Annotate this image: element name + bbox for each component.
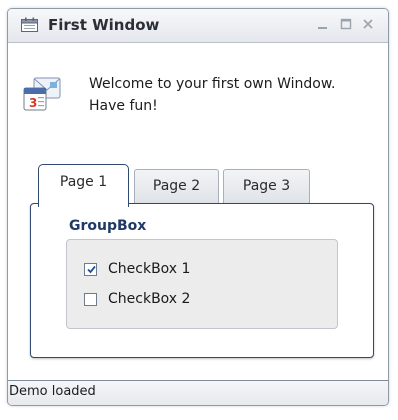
- close-icon[interactable]: [360, 16, 376, 32]
- status-bar: Demo loaded: [8, 380, 388, 405]
- status-text: Demo loaded: [9, 384, 96, 399]
- welcome-line-2: Have fun!: [89, 98, 158, 114]
- welcome-line-1: Welcome to your first own Window.: [89, 76, 336, 92]
- checkbox-2-label: CheckBox 2: [108, 291, 191, 307]
- maximize-icon[interactable]: [338, 16, 354, 32]
- minimize-icon[interactable]: [315, 16, 331, 32]
- groupbox-title: GroupBox: [69, 218, 147, 234]
- svg-text:3: 3: [29, 96, 37, 110]
- tab-page-2[interactable]: Page 2: [134, 169, 219, 204]
- tab-page-3[interactable]: Page 3: [223, 169, 310, 204]
- window-title: First Window: [48, 16, 160, 34]
- welcome-message: Welcome to your first own Window. Have f…: [89, 73, 379, 117]
- groupbox: [66, 239, 338, 329]
- title-bar[interactable]: First Window: [8, 9, 388, 43]
- checkbox-1-label: CheckBox 1: [108, 261, 191, 277]
- checkbox-1-box[interactable]: [84, 263, 97, 276]
- checkbox-2-box[interactable]: [84, 293, 97, 306]
- calendar-icon: [21, 17, 39, 32]
- calendar-mail-icon: 3: [22, 74, 62, 118]
- window: First Window 3 Welcome to your first own…: [7, 8, 389, 406]
- tab-page-1[interactable]: Page 1: [38, 164, 129, 207]
